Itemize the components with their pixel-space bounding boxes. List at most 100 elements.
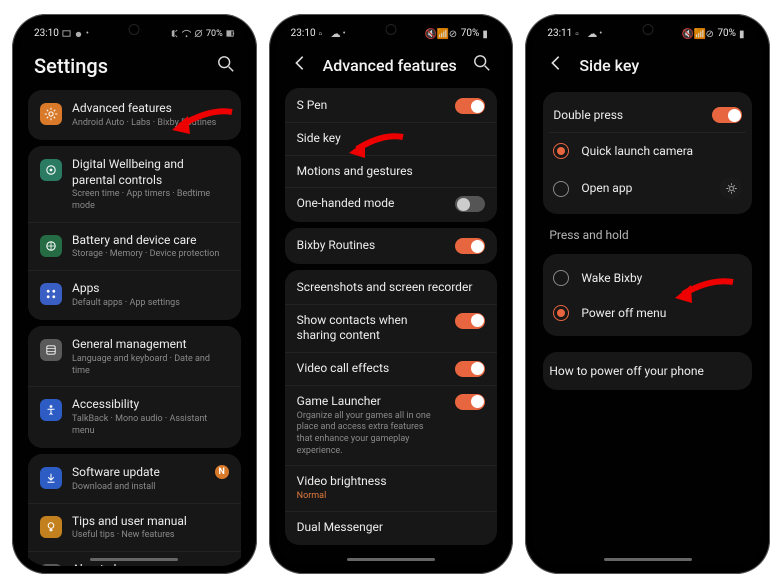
new-badge: N bbox=[215, 465, 229, 479]
option-label: Open app bbox=[581, 181, 708, 195]
row-battery-care[interactable]: Battery and device careStorage · Memory … bbox=[28, 222, 241, 270]
row-howto: How to power off your phone bbox=[543, 352, 752, 390]
press-hold-label: Press and hold bbox=[543, 220, 752, 248]
nolocation-icon: ⊘ bbox=[705, 29, 714, 38]
settings-card: Software updateDownload and install N Ti… bbox=[28, 454, 241, 566]
row-dual-messenger[interactable]: Dual Messenger bbox=[285, 511, 498, 544]
nolocation-icon: ⊘ bbox=[449, 29, 458, 38]
radio-button[interactable] bbox=[553, 270, 569, 286]
vibrate-icon: 🔇 bbox=[681, 29, 690, 38]
row-motions-gestures[interactable]: Motions and gestures bbox=[285, 155, 498, 188]
general-mgmt-icon bbox=[40, 339, 62, 361]
row-accessibility[interactable]: AccessibilityTalkBack · Mono audio · Ass… bbox=[28, 386, 241, 446]
vibrate-icon bbox=[170, 29, 179, 38]
battery-pct: 70% bbox=[206, 29, 223, 39]
row-one-handed[interactable]: One-handed mode bbox=[285, 187, 498, 220]
battery-icon bbox=[40, 235, 62, 257]
row-digital-wellbeing[interactable]: Digital Wellbeing and parental controlsS… bbox=[28, 148, 241, 222]
wifi-icon: 📶 bbox=[693, 29, 702, 38]
clock: 23:10 bbox=[34, 28, 59, 39]
back-button[interactable] bbox=[547, 54, 565, 76]
home-indicator[interactable] bbox=[604, 558, 692, 561]
press-hold-section: Wake Bixby Power off menu bbox=[543, 254, 752, 336]
toggle-switch[interactable] bbox=[712, 107, 742, 123]
wifi-icon bbox=[182, 29, 191, 38]
battery-icon: ▮ bbox=[739, 29, 748, 38]
row-show-contacts-sharing[interactable]: Show contacts when sharing content bbox=[285, 304, 498, 352]
notif-icon bbox=[62, 29, 71, 38]
battery-pct: 70% bbox=[461, 28, 480, 39]
battery-icon bbox=[226, 29, 235, 38]
cloud-icon: ☁ bbox=[587, 29, 596, 38]
home-indicator[interactable] bbox=[347, 558, 435, 561]
row-apps[interactable]: AppsDefault apps · App settings bbox=[28, 270, 241, 318]
option-open-app[interactable]: Open app bbox=[549, 168, 746, 208]
toggle-switch[interactable] bbox=[455, 313, 485, 329]
radio-button[interactable] bbox=[553, 143, 569, 159]
row-title: Game Launcher bbox=[297, 394, 440, 410]
option-label: Wake Bixby bbox=[581, 271, 742, 285]
row-title: Digital Wellbeing and parental controls bbox=[72, 157, 229, 188]
phone-frame-3: 23:11▫☁• 🔇📶⊘70%▮ Side key Double press Q… bbox=[525, 14, 770, 574]
row-software-update[interactable]: Software updateDownload and install N bbox=[28, 456, 241, 502]
back-button[interactable] bbox=[291, 54, 309, 76]
option-quick-launch-camera[interactable]: Quick launch camera bbox=[549, 133, 746, 168]
wifi-icon: 📶 bbox=[437, 29, 446, 38]
row-sub: Organize all your games all in one place… bbox=[297, 411, 440, 458]
option-wake-bixby[interactable]: Wake Bixby bbox=[549, 260, 746, 295]
row-title: Battery and device care bbox=[72, 233, 229, 249]
howto-card[interactable]: How to power off your phone bbox=[543, 352, 752, 390]
row-tips[interactable]: Tips and user manualUseful tips · New fe… bbox=[28, 503, 241, 551]
row-sub: Storage · Memory · Device protection bbox=[72, 249, 229, 261]
row-video-call-effects[interactable]: Video call effects bbox=[285, 352, 498, 385]
row-title: Side key bbox=[297, 131, 486, 147]
row-title: Dual Messenger bbox=[297, 520, 486, 536]
toggle-switch[interactable] bbox=[455, 394, 485, 410]
camera-hole bbox=[642, 24, 653, 35]
toggle-switch[interactable] bbox=[455, 98, 485, 114]
update-icon bbox=[40, 467, 62, 489]
row-title: Advanced features bbox=[72, 101, 229, 117]
row-title: Accessibility bbox=[72, 397, 229, 413]
settings-card: Bixby Routines bbox=[285, 228, 498, 264]
row-title: One-handed mode bbox=[297, 196, 440, 212]
row-title: Motions and gestures bbox=[297, 164, 486, 180]
row-title: Screenshots and screen recorder bbox=[297, 280, 486, 296]
row-title: Video call effects bbox=[297, 361, 440, 377]
settings-card: Screenshots and screen recorder Show con… bbox=[285, 270, 498, 545]
search-icon[interactable] bbox=[473, 54, 491, 76]
option-label: Power off menu bbox=[581, 306, 742, 320]
row-title: Apps bbox=[72, 281, 229, 297]
clock: 23:11 bbox=[547, 28, 572, 39]
double-press-section: Double press Quick launch camera Open ap… bbox=[543, 92, 752, 214]
nolocation-icon bbox=[194, 29, 203, 38]
gear-icon bbox=[40, 103, 62, 125]
row-bixby-routines[interactable]: Bixby Routines bbox=[285, 230, 498, 262]
toggle-switch[interactable] bbox=[455, 238, 485, 254]
row-game-launcher[interactable]: Game LauncherOrganize all your games all… bbox=[285, 385, 498, 465]
row-advanced-features[interactable]: Advanced features Android Auto · Labs · … bbox=[28, 92, 241, 138]
apps-icon bbox=[40, 283, 62, 305]
gear-icon[interactable] bbox=[720, 177, 742, 199]
home-indicator[interactable] bbox=[90, 558, 178, 561]
more-icon: • bbox=[86, 29, 89, 39]
page-header: Settings bbox=[20, 44, 249, 90]
radio-button[interactable] bbox=[553, 305, 569, 321]
row-double-press[interactable]: Double press bbox=[549, 98, 746, 133]
settings-card: S Pen Side key Motions and gestures One-… bbox=[285, 88, 498, 222]
option-power-off-menu[interactable]: Power off menu bbox=[549, 295, 746, 330]
notif-icon: ▫ bbox=[319, 29, 328, 38]
phone-frame-1: 23:10 • 70% Settings bbox=[12, 14, 257, 574]
row-screenshots[interactable]: Screenshots and screen recorder bbox=[285, 272, 498, 304]
search-icon[interactable] bbox=[217, 55, 235, 77]
row-side-key[interactable]: Side key bbox=[285, 122, 498, 155]
battery-icon: ▮ bbox=[482, 29, 491, 38]
row-sub: Default apps · App settings bbox=[72, 298, 229, 310]
toggle-switch[interactable] bbox=[455, 196, 485, 212]
radio-button[interactable] bbox=[553, 181, 569, 197]
row-video-brightness[interactable]: Video brightnessNormal bbox=[285, 465, 498, 510]
row-general-mgmt[interactable]: General managementLanguage and keyboard … bbox=[28, 328, 241, 386]
row-s-pen[interactable]: S Pen bbox=[285, 90, 498, 122]
toggle-switch[interactable] bbox=[455, 361, 485, 377]
option-label: Quick launch camera bbox=[581, 144, 742, 158]
